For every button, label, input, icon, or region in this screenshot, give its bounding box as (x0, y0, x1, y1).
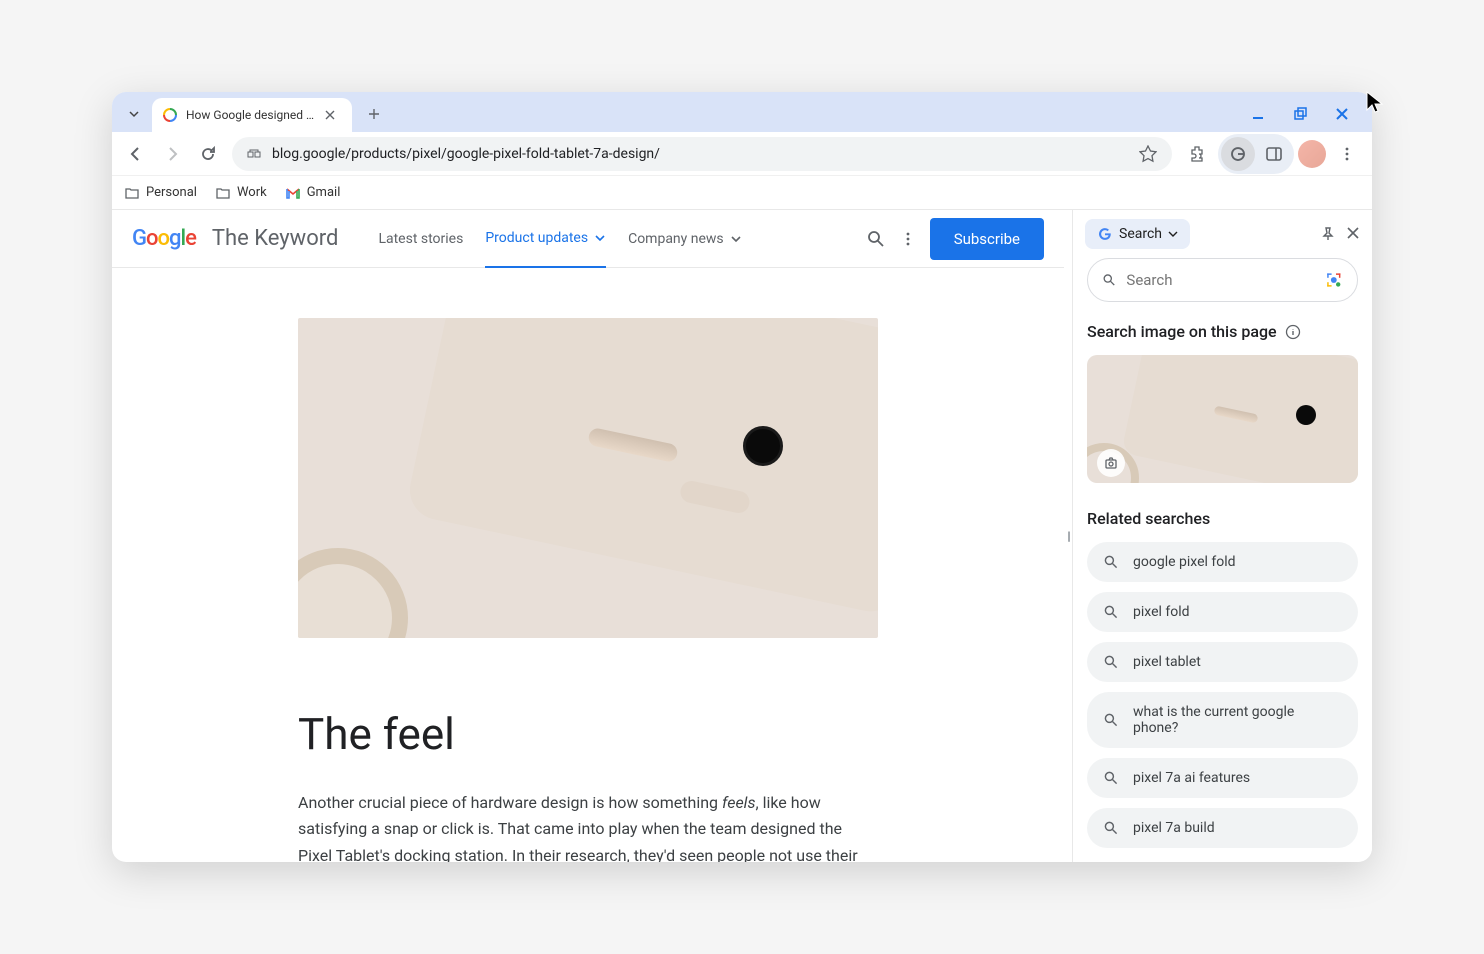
address-bar[interactable]: blog.google/products/pixel/google-pixel-… (232, 137, 1172, 171)
tab-search-dropdown[interactable] (120, 100, 148, 128)
lens-badge-icon (1097, 449, 1125, 477)
nav-product-updates[interactable]: Product updates (485, 210, 606, 268)
close-panel-icon[interactable] (1346, 226, 1360, 242)
site-title[interactable]: The Keyword (212, 226, 339, 251)
search-icon (1103, 770, 1119, 786)
bookmark-label: Work (237, 185, 267, 200)
article-hero-image (298, 318, 878, 638)
back-button[interactable] (120, 138, 152, 170)
search-icon (1103, 554, 1119, 570)
related-search-item[interactable]: google pixel fold (1087, 542, 1358, 582)
side-panel-search-field[interactable] (1126, 271, 1325, 289)
nav-latest-stories[interactable]: Latest stories (378, 211, 463, 267)
related-searches-title: Related searches (1087, 503, 1358, 528)
google-logo[interactable]: Google (132, 226, 196, 251)
side-panel: Search Search image on this page (1072, 210, 1372, 862)
folder-icon (124, 185, 140, 201)
search-icon (1103, 654, 1119, 670)
info-icon[interactable] (1285, 324, 1301, 340)
browser-window: How Google designed the P blog.google/pr… (112, 92, 1372, 862)
side-panel-body[interactable]: Search image on this page Related search… (1073, 258, 1372, 862)
gmail-icon (285, 185, 301, 201)
google-lens-icon[interactable] (1325, 269, 1343, 291)
site-menu-icon[interactable] (900, 231, 916, 247)
browser-toolbar: blog.google/products/pixel/google-pixel-… (112, 132, 1372, 176)
side-panel-header: Search (1073, 210, 1372, 258)
close-window-button[interactable] (1330, 102, 1354, 126)
bookmarks-bar: Personal Work Gmail (112, 176, 1372, 210)
chevron-down-icon (1168, 229, 1178, 239)
bookmark-personal[interactable]: Personal (124, 185, 197, 201)
article-paragraph: Another crucial piece of hardware design… (298, 790, 878, 862)
site-header: Google The Keyword Latest stories Produc… (112, 210, 1064, 268)
side-panel-toggle-group (1218, 134, 1294, 174)
chevron-down-icon (730, 233, 742, 245)
folder-icon (215, 185, 231, 201)
maximize-button[interactable] (1288, 102, 1312, 126)
bookmark-gmail[interactable]: Gmail (285, 185, 341, 201)
extensions-icon[interactable] (1180, 137, 1214, 171)
site-info-icon[interactable] (244, 146, 264, 162)
site-nav: Latest stories Product updates Company n… (378, 210, 741, 268)
window-controls (1246, 102, 1354, 126)
side-panel-mode-dropdown[interactable]: Search (1085, 219, 1190, 249)
splitter-handle-icon: || (1067, 529, 1069, 543)
forward-button[interactable] (156, 138, 188, 170)
url-text: blog.google/products/pixel/google-pixel-… (272, 146, 1136, 162)
search-icon (1103, 820, 1119, 836)
reload-button[interactable] (192, 138, 224, 170)
new-tab-button[interactable] (360, 100, 388, 128)
chevron-down-icon (594, 232, 606, 244)
bookmark-star-icon[interactable] (1136, 145, 1160, 163)
google-favicon-icon (162, 107, 178, 123)
close-tab-button[interactable] (322, 107, 338, 123)
search-icon (1103, 604, 1119, 620)
side-panel-search-input[interactable] (1087, 258, 1358, 302)
subscribe-button[interactable]: Subscribe (930, 218, 1044, 260)
pin-icon[interactable] (1320, 226, 1336, 242)
article-heading: The feel (298, 708, 878, 760)
panel-layout-button[interactable] (1257, 137, 1291, 171)
minimize-button[interactable] (1246, 102, 1270, 126)
google-side-panel-button[interactable] (1221, 137, 1255, 171)
bookmark-label: Gmail (307, 185, 341, 200)
side-panel-image-thumbnail[interactable] (1087, 355, 1358, 483)
titlebar: How Google designed the P (112, 92, 1372, 132)
search-icon (1102, 271, 1116, 289)
site-search-icon[interactable] (866, 229, 886, 249)
related-search-item[interactable]: pixel 7a build (1087, 808, 1358, 848)
nav-company-news[interactable]: Company news (628, 211, 742, 267)
side-panel-splitter[interactable]: || (1064, 210, 1072, 862)
profile-avatar[interactable] (1298, 140, 1326, 168)
browser-tab[interactable]: How Google designed the P (152, 98, 352, 132)
content-area: Google The Keyword Latest stories Produc… (112, 210, 1372, 862)
side-panel-section-title: Search image on this page (1087, 322, 1358, 341)
tab-title: How Google designed the P (186, 108, 316, 122)
google-g-icon (1097, 226, 1113, 242)
article-body[interactable]: The feel Another crucial piece of hardwa… (112, 268, 1064, 862)
bookmark-work[interactable]: Work (215, 185, 267, 201)
related-search-item[interactable]: pixel fold (1087, 592, 1358, 632)
bookmark-label: Personal (146, 185, 197, 200)
related-search-item[interactable]: pixel 7a ai features (1087, 758, 1358, 798)
related-search-item[interactable]: pixel tablet (1087, 642, 1358, 682)
search-icon (1103, 712, 1119, 728)
chrome-menu-icon[interactable] (1330, 137, 1364, 171)
main-page: Google The Keyword Latest stories Produc… (112, 210, 1064, 862)
related-search-item[interactable]: what is the current google phone? (1087, 692, 1358, 748)
